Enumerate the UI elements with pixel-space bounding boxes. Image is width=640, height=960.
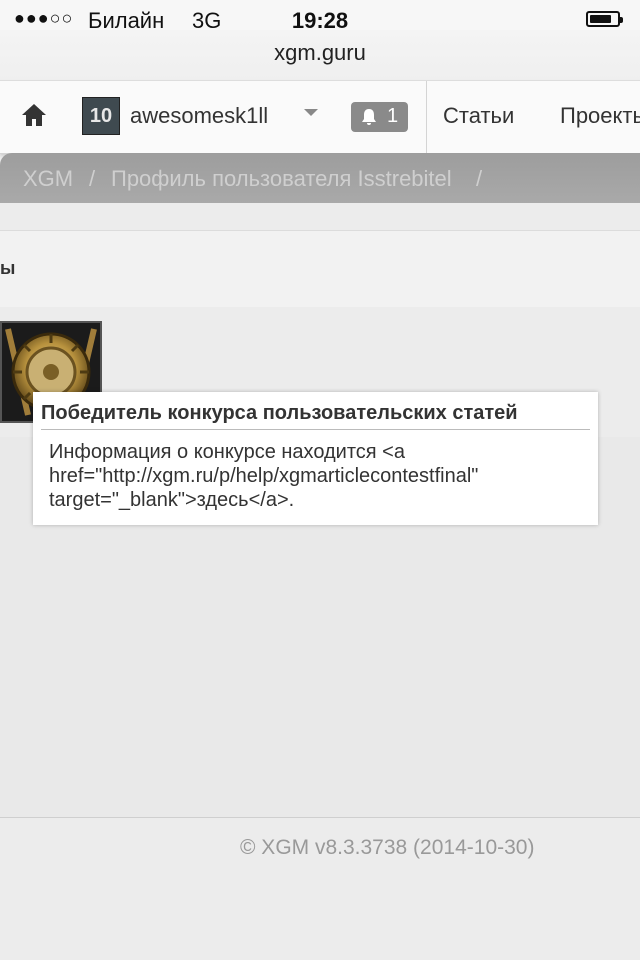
site-navbar: 10 awesomesk1ll 1 Статьи Проекты [0, 80, 640, 154]
panel-header: ы [0, 230, 640, 308]
footer-divider [0, 817, 640, 818]
chevron-down-icon[interactable] [304, 109, 318, 116]
nav-link-articles[interactable]: Статьи [443, 103, 514, 129]
panel-title: ы [0, 258, 16, 278]
username-menu[interactable]: awesomesk1ll [130, 103, 268, 129]
breadcrumb-home[interactable]: XGM [23, 166, 73, 192]
nav-divider [426, 81, 427, 153]
breadcrumb: XGM / Профиль пользователя Isstrebitel / [0, 153, 640, 203]
breadcrumb-separator: / [89, 166, 96, 191]
address-bar-url[interactable]: xgm.guru [0, 40, 640, 66]
award-tooltip: Победитель конкурса пользовательских ста… [33, 392, 598, 525]
notifications-count: 1 [387, 105, 399, 127]
user-level-avatar[interactable]: 10 [82, 97, 120, 135]
home-icon[interactable] [20, 101, 48, 129]
bell-icon [362, 109, 376, 125]
battery-icon [586, 11, 623, 27]
nav-link-projects[interactable]: Проекты [560, 103, 640, 129]
notifications-button[interactable]: 1 [351, 102, 408, 132]
breadcrumb-current[interactable]: Профиль пользователя Isstrebitel [111, 166, 452, 192]
breadcrumb-separator: / [476, 166, 483, 191]
tooltip-title: Победитель конкурса пользовательских ста… [41, 402, 590, 430]
footer-version: © XGM v8.3.3738 (2014-10-30) [240, 836, 535, 859]
tooltip-body: Информация о конкурсе находится <a href=… [49, 441, 479, 511]
